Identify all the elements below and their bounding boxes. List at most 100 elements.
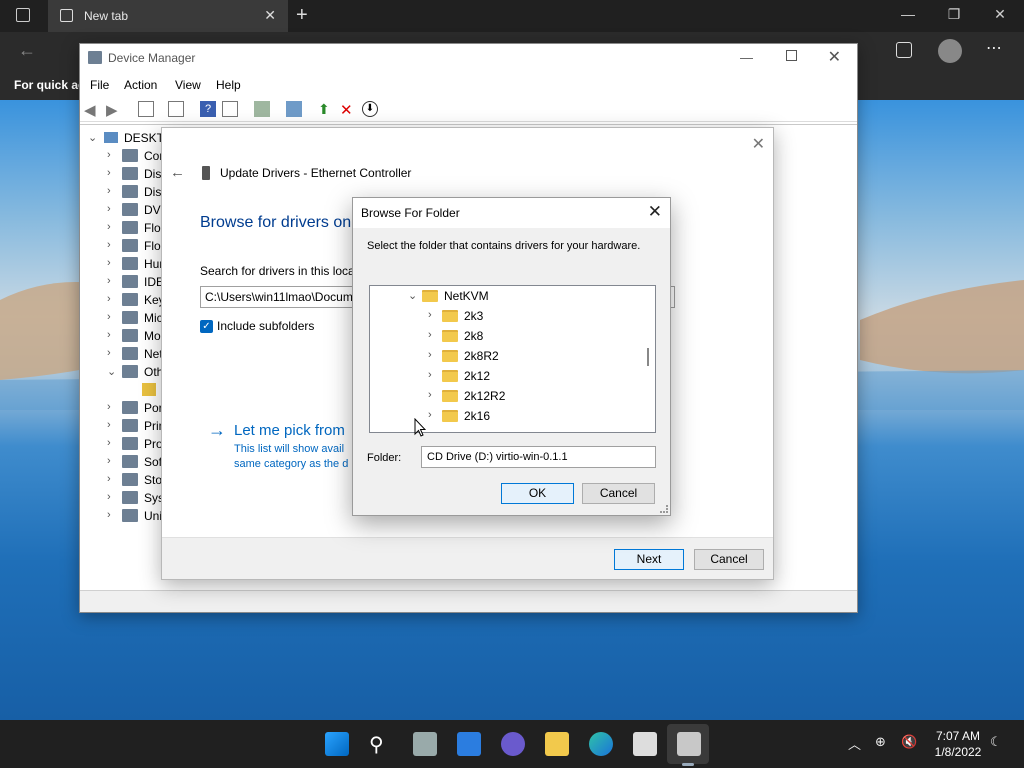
dm-close-icon[interactable]: ✕ (828, 47, 841, 67)
menu-action[interactable]: Action (124, 78, 157, 92)
tree-item[interactable]: › Soft (80, 453, 165, 471)
back-icon[interactable]: ← (18, 40, 36, 61)
globe-icon[interactable]: ⊕ (875, 734, 886, 750)
edge-icon[interactable] (589, 732, 613, 756)
widgets-icon[interactable] (457, 732, 481, 756)
tree-item[interactable]: › Flop (80, 237, 167, 255)
wizard-close-icon[interactable]: ✕ (752, 134, 765, 154)
tree-item[interactable]: › Uni (80, 507, 162, 525)
tree-item[interactable]: › Mic (80, 309, 163, 327)
tree-item[interactable]: › IDE (80, 273, 164, 291)
chevron-right-icon[interactable]: › (107, 437, 111, 449)
chevron-down-icon[interactable]: ⌄ (107, 365, 116, 378)
start-icon[interactable] (325, 732, 349, 756)
wizard-cancel-button[interactable]: Cancel (694, 549, 764, 570)
chevron-right-icon[interactable]: › (107, 275, 111, 287)
tree-item[interactable]: › Pro (80, 435, 163, 453)
tree-item[interactable]: › Stor (80, 471, 166, 489)
chevron-right-icon[interactable]: › (428, 349, 432, 361)
chevron-right-icon[interactable]: › (428, 409, 432, 421)
chevron-right-icon[interactable]: › (428, 389, 432, 401)
chevron-up-icon[interactable]: ︿ (848, 734, 861, 753)
tree-item[interactable]: ⌄ Oth (80, 363, 163, 381)
wizard-back-icon[interactable]: ← (170, 164, 185, 181)
chevron-right-icon[interactable]: › (107, 311, 111, 323)
chevron-right-icon[interactable]: › (107, 455, 111, 467)
chat-icon[interactable] (501, 732, 525, 756)
tab-actions-icon[interactable] (16, 8, 30, 22)
file-explorer-icon[interactable] (545, 732, 569, 756)
toolbar-back-icon[interactable]: ◀ (84, 101, 100, 119)
toolbar-view-icon[interactable] (222, 101, 238, 117)
chevron-right-icon[interactable]: › (107, 401, 111, 413)
tree-item[interactable] (80, 381, 162, 399)
folder-tree[interactable]: ⌄ NetKVM › 2k3 › 2k8 › 2k8R2 › 2k12 › 2k12R2 › 2k16 (369, 285, 656, 433)
chevron-right-icon[interactable]: › (107, 203, 111, 215)
chevron-right-icon[interactable]: › (107, 491, 111, 503)
chevron-right-icon[interactable]: › (107, 167, 111, 179)
toolbar-properties-icon[interactable] (138, 101, 154, 117)
tree-root[interactable]: ⌄ DESKTO (80, 129, 173, 147)
chevron-right-icon[interactable]: › (107, 419, 111, 431)
tab-close-icon[interactable]: ✕ (264, 7, 276, 24)
more-icon[interactable]: ⋯ (986, 38, 1002, 58)
toolbar-help-icon[interactable]: ? (200, 101, 216, 117)
chevron-right-icon[interactable]: › (107, 239, 111, 251)
search-icon[interactable]: ⚲ (369, 732, 393, 756)
tree-item[interactable]: › DVD (80, 201, 169, 219)
menu-help[interactable]: Help (216, 78, 241, 92)
chevron-right-icon[interactable]: › (107, 293, 111, 305)
folder-tree-scrollbar[interactable] (647, 348, 649, 366)
toolbar-update-driver-icon[interactable]: ⬆ (318, 101, 334, 117)
tree-item[interactable]: › Prin (80, 417, 165, 435)
device-manager-taskbar-icon[interactable] (677, 732, 701, 756)
resize-grip[interactable] (660, 505, 668, 513)
tree-item[interactable]: › Hum (80, 255, 169, 273)
taskbar-clock[interactable]: 7:07 AM 1/8/2022 (930, 728, 986, 760)
tree-item[interactable]: › Mo (80, 327, 162, 345)
chevron-right-icon[interactable]: › (107, 221, 111, 233)
ok-button[interactable]: OK (501, 483, 574, 504)
chevron-right-icon[interactable]: › (107, 473, 111, 485)
profile-avatar[interactable] (938, 39, 962, 63)
task-view-icon[interactable] (413, 732, 437, 756)
chevron-right-icon[interactable]: › (107, 185, 111, 197)
chevron-right-icon[interactable]: › (107, 257, 111, 269)
chevron-down-icon[interactable]: ⌄ (408, 289, 417, 302)
toolbar-scan-icon[interactable] (254, 101, 270, 117)
chevron-right-icon[interactable]: › (428, 329, 432, 341)
toolbar-monitor-icon[interactable] (286, 101, 302, 117)
toolbar-download-icon[interactable]: ⬇ (362, 101, 378, 117)
chevron-right-icon[interactable]: › (107, 329, 111, 341)
speaker-muted-icon[interactable]: 🔇 (901, 734, 917, 750)
minimize-icon[interactable]: — (898, 6, 918, 22)
tree-item[interactable]: › Flop (80, 219, 167, 237)
tree-item[interactable]: › Syst (80, 489, 167, 507)
tree-item[interactable]: › Disk (80, 165, 167, 183)
restore-icon[interactable]: ❐ (944, 6, 964, 23)
toolbar-list-icon[interactable] (168, 101, 184, 117)
store-icon[interactable] (633, 732, 657, 756)
tree-item[interactable]: › Por (80, 399, 163, 417)
chevron-right-icon[interactable]: › (428, 309, 432, 321)
notification-moon-icon[interactable]: ☾ (990, 734, 1002, 750)
dm-maximize-icon[interactable] (786, 50, 797, 61)
tree-item[interactable]: › Disp (80, 183, 168, 201)
include-subfolders-checkbox[interactable]: ✓ (200, 320, 213, 333)
menu-file[interactable]: File (90, 78, 109, 92)
chevron-right-icon[interactable]: › (428, 369, 432, 381)
folder-input[interactable]: CD Drive (D:) virtio-win-0.1.1 (421, 446, 656, 468)
bff-close-icon[interactable]: ✕ (648, 202, 662, 222)
toolbar-forward-icon[interactable]: ▶ (106, 101, 122, 119)
next-button[interactable]: Next (614, 549, 684, 570)
browser-tab-new-tab[interactable]: New tab ✕ (48, 0, 288, 32)
tree-item[interactable]: › Net (80, 345, 163, 363)
new-tab-button[interactable]: + (296, 4, 308, 27)
tree-item[interactable]: › Key (80, 291, 165, 309)
tree-item[interactable]: › Cor (80, 147, 163, 165)
dm-minimize-icon[interactable]: — (740, 50, 753, 65)
chevron-right-icon[interactable]: › (107, 347, 111, 359)
toolbar-uninstall-icon[interactable]: ✕ (340, 101, 356, 119)
bff-cancel-button[interactable]: Cancel (582, 483, 655, 504)
favorites-icon[interactable] (896, 42, 912, 58)
